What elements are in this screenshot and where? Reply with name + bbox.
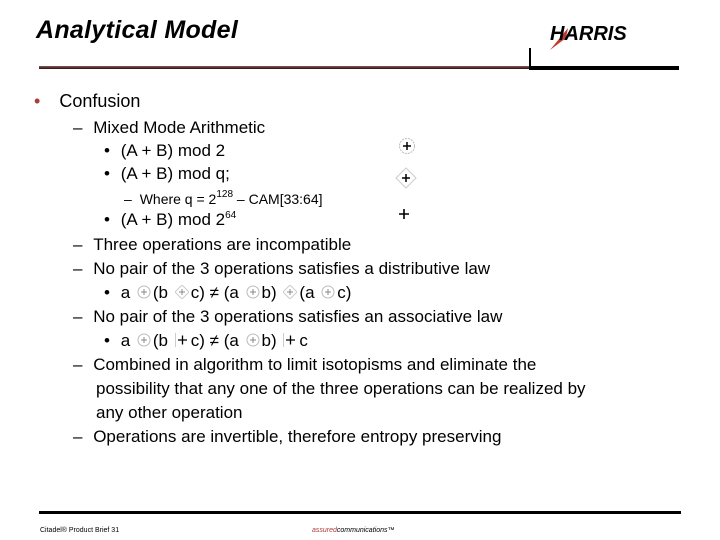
logo-divider [529,66,679,70]
dash: – [73,307,83,326]
eq-term: a [120,283,131,302]
diamond-plus-icon [395,167,417,189]
diamond-plus-icon [283,285,298,299]
item-text: Three operations are incompatible [93,235,352,254]
eq-term: c) [337,283,352,302]
bullet-marker: • [104,164,110,183]
circle-plus-icon [321,285,335,299]
item-associative: – No pair of the 3 operations satisfies … [73,307,502,327]
item-distributive-equation: • a (b c) ≠ (a b) (a c) [104,283,351,303]
item-text: No pair of the 3 operations satisfies a … [93,259,491,278]
dash: – [73,235,83,254]
bullet-marker: • [104,331,110,350]
slide-title: Analytical Model [36,16,239,44]
harris-logo: HARRIS [550,23,627,50]
dash: – [73,259,83,278]
item-modq: • (A + B) mod q; [104,164,230,184]
eq-term: c) ≠ (a [190,283,239,302]
bullet-marker: • [104,210,110,229]
tagline-accent: assured [312,527,337,534]
eq-term: (a [299,283,315,302]
bullet-confusion: • Confusion [34,91,140,112]
eq-term: c [299,331,308,350]
item-text: (A + B) mod 2 [120,141,226,160]
title-divider [39,66,531,69]
dash: – [124,191,132,207]
eq-term: (b [152,283,169,302]
exponent: 128 [216,189,234,200]
item-where-q: – Where q = 2128 – CAM[33:64] [124,189,323,207]
item-text: No pair of the 3 operations satisfies an… [93,307,503,326]
item-associative-equation: • a (b c) ≠ (a b) c [104,331,308,351]
eq-term: c) ≠ (a [190,331,239,350]
item-text: (A + B) mod 2 [120,210,226,229]
dash: – [73,118,83,137]
footer-tagline: assuredcommunications™ [312,527,394,534]
item-invertible: – Operations are invertible, therefore e… [73,427,501,447]
circle-plus-icon [246,333,260,347]
boxed-plus-icon [399,209,409,219]
bullet-marker: • [34,91,41,111]
item-mod264: • (A + B) mod 264 [104,210,236,230]
item-text: Combined in algorithm to limit isotopism… [93,355,537,374]
item-text-suffix: – CAM[33:64] [233,191,323,207]
item-text: Operations are invertible, therefore ent… [93,427,502,446]
bullet-marker: • [104,141,110,160]
logo-text: HARRIS [550,23,627,45]
eq-term: b) [261,331,277,350]
item-distributive: – No pair of the 3 operations satisfies … [73,259,490,279]
diamond-plus-icon [174,285,189,299]
item-text: (A + B) mod q; [120,164,230,183]
eq-term: (b [152,331,169,350]
tagline-rest: communications™ [336,527,395,534]
item-mod2: • (A + B) mod 2 [104,141,225,161]
dash: – [73,427,83,446]
item-combined-cont: possibility that any one of the three op… [96,379,586,398]
item-combined: – Combined in algorithm to limit isotopi… [73,355,536,375]
exponent: 64 [225,210,237,221]
bullet-text: Confusion [59,91,141,111]
item-mixed-mode: – Mixed Mode Arithmetic [73,118,265,138]
footer-product-brief: Citadel® Product Brief 31 [40,527,120,534]
circle-plus-icon [399,138,415,154]
eq-term: b) [261,283,277,302]
boxed-plus-icon [174,333,189,347]
dash: – [73,355,83,374]
boxed-plus-icon [283,333,297,347]
circle-plus-icon [246,285,260,299]
item-text: Mixed Mode Arithmetic [93,118,266,137]
circle-plus-icon [137,333,151,347]
footer-divider [39,511,681,514]
item-incompatible: – Three operations are incompatible [73,235,351,255]
logo-divider-vertical [529,48,531,68]
circle-plus-icon [137,285,151,299]
item-combined-cont: any other operation [96,403,243,422]
eq-term: a [120,331,131,350]
item-text: Where q = 2 [139,191,217,207]
bullet-marker: • [104,283,110,302]
